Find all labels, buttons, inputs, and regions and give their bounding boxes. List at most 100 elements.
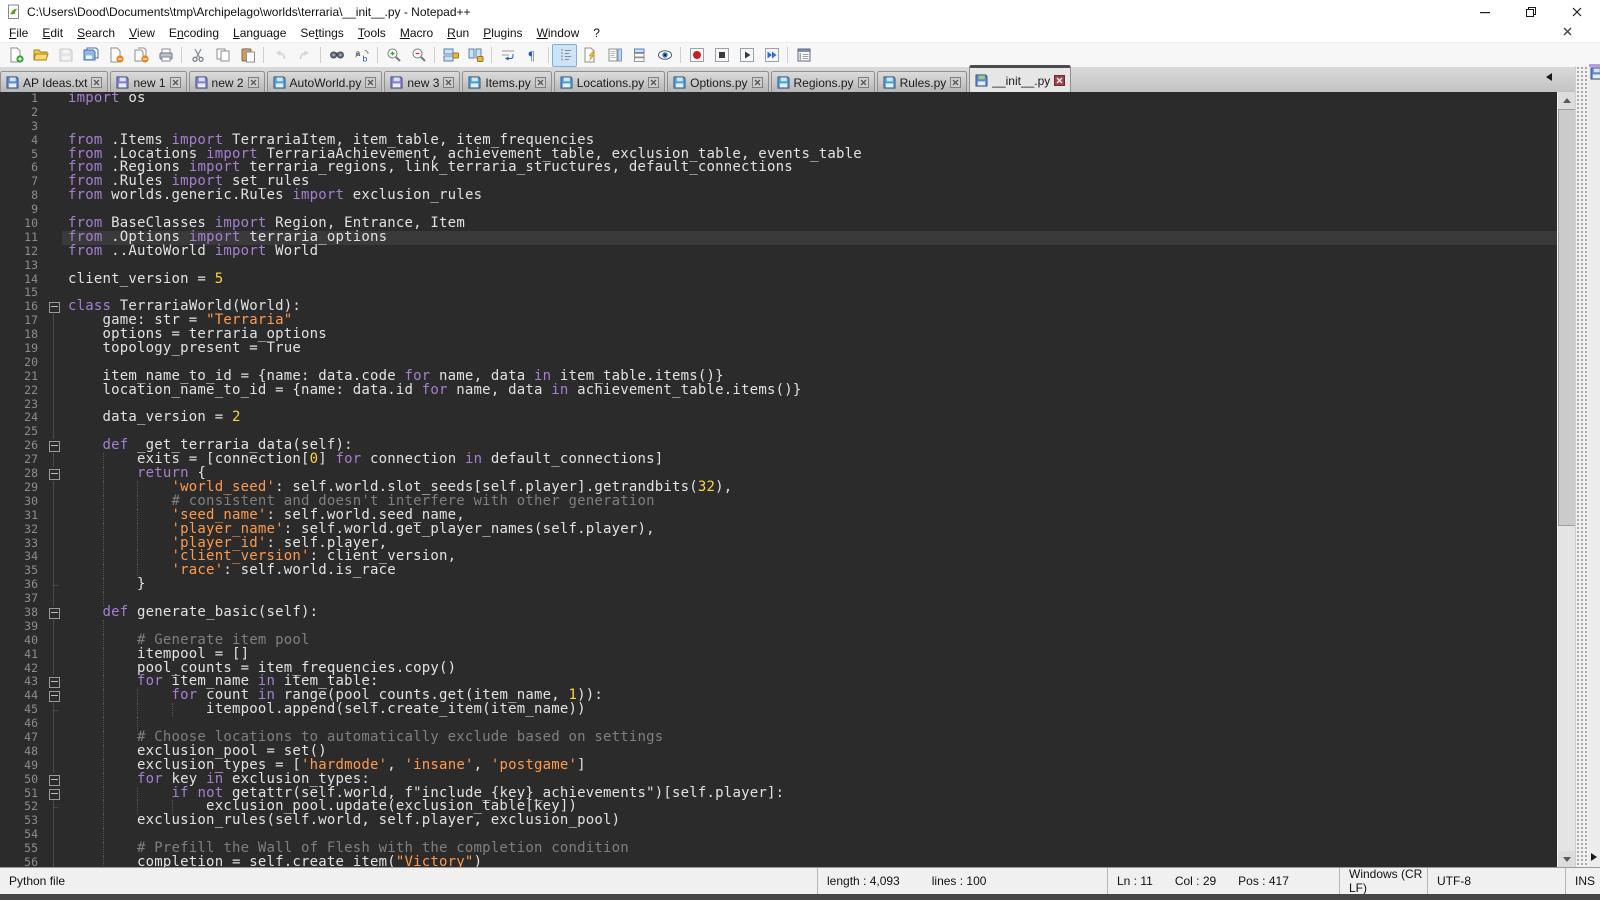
tab-close-icon[interactable] [91,77,102,88]
scroll-down-button[interactable] [1558,851,1576,868]
status-encoding[interactable]: UTF-8 [1427,868,1565,894]
tab-close-icon[interactable] [648,77,659,88]
zoom-in-button[interactable] [381,44,406,67]
close-file-icon [108,47,124,63]
file-monitoring-button[interactable] [652,44,677,67]
print-button[interactable] [153,44,178,67]
fold-collapse-marker[interactable] [46,439,62,453]
word-wrap-button[interactable] [495,44,520,67]
redo-button[interactable] [292,44,317,67]
new-file-button[interactable] [3,44,28,67]
paste-button[interactable] [235,44,260,67]
menu-search[interactable]: Search [70,25,122,41]
menu-tools[interactable]: Tools [351,25,393,41]
tab-items-py[interactable]: Items.py [462,71,551,93]
tab-new-1[interactable]: new 1 [110,71,186,93]
fold-collapse-marker[interactable] [46,675,62,689]
cut-button[interactable] [185,44,210,67]
fold-margin [46,384,62,398]
tab-new-2[interactable]: new 2 [189,71,265,93]
tab-close-icon[interactable] [248,77,259,88]
menu-file[interactable]: File [2,25,35,41]
close-file-button[interactable] [103,44,128,67]
fold-collapse-marker[interactable] [46,606,62,620]
scroll-up-button[interactable] [1558,92,1576,109]
macro-play-button[interactable] [734,44,759,67]
panel-splitter-grip[interactable] [1575,66,1589,868]
menu-view[interactable]: View [122,25,162,41]
open-file-button[interactable] [28,44,53,67]
save-all-button[interactable] [78,44,103,67]
find-button[interactable] [324,44,349,67]
line-number: 43 [0,675,46,689]
splitter-arrow-right-icon[interactable] [1591,853,1597,861]
document-list-button[interactable] [627,44,652,67]
undo-button[interactable] [267,44,292,67]
tab-close-icon[interactable] [752,77,763,88]
copy-button[interactable] [210,44,235,67]
replace-button[interactable]: ab [349,44,374,67]
tab-close-icon[interactable] [535,77,546,88]
document-switcher-button[interactable] [791,44,816,67]
tab-close-icon[interactable] [1054,75,1065,86]
macro-stop-button[interactable] [709,44,734,67]
document-map-button[interactable] [602,44,627,67]
function-list-button[interactable] [577,44,602,67]
fold-collapse-marker[interactable] [46,300,62,314]
restore-button[interactable] [1508,0,1554,24]
menu-edit[interactable]: Edit [35,25,70,41]
vertical-scrollbar[interactable] [1557,92,1576,868]
tab-regions-py[interactable]: Regions.py [771,71,875,93]
save-button[interactable] [53,44,78,67]
menu-language[interactable]: Language [226,25,293,41]
floppy-disk-icon [673,76,686,89]
tab-scroll-left-icon[interactable] [1546,73,1552,81]
menu-run[interactable]: Run [440,25,476,41]
code-editor[interactable]: 1import os234from .Items import Terraria… [0,92,1558,868]
close-all-button[interactable] [128,44,153,67]
menu-close-document-icon[interactable] [1561,25,1574,41]
fold-margin [46,759,62,773]
fold-collapse-marker[interactable] [46,689,62,703]
menu-plugins[interactable]: Plugins [476,25,529,41]
tab-close-icon[interactable] [950,77,961,88]
macro-record-button[interactable] [684,44,709,67]
menu-window[interactable]: Window [530,25,587,41]
line-number: 16 [0,300,46,314]
scrollbar-thumb[interactable] [1558,109,1576,526]
macro-run-multiple-button[interactable] [759,44,784,67]
tab-init-py[interactable]: __init__.py [969,65,1071,93]
tab-ap-ideas-txt[interactable]: AP Ideas.txt [0,71,108,93]
close-window-button[interactable] [1554,0,1600,24]
tab-autoworld-py[interactable]: AutoWorld.py [267,71,383,93]
menu-macro[interactable]: Macro [393,25,440,41]
docked-panel-edge[interactable] [1589,64,1600,871]
zoom-out-button[interactable] [406,44,431,67]
sync-scroll-vertical-button[interactable] [438,44,463,67]
tab-close-icon[interactable] [170,77,181,88]
menu-encoding[interactable]: Encoding [162,25,226,41]
sync-scroll-horizontal-button[interactable] [463,44,488,67]
menu-help[interactable]: ? [586,25,607,41]
fold-margin [46,648,62,662]
tab-options-py[interactable]: Options.py [667,71,768,93]
status-eol-format[interactable]: Windows (CR LF) [1339,868,1427,894]
tab-close-icon[interactable] [858,77,869,88]
status-length-lines: length : 4,093 lines : 100 [817,868,1107,894]
fold-collapse-marker[interactable] [46,467,62,481]
fold-collapse-marker[interactable] [46,773,62,787]
tab-new-3[interactable]: new 3 [384,71,460,93]
status-insert-mode[interactable]: INS [1565,868,1600,894]
line-number: 18 [0,328,46,342]
tab-close-icon[interactable] [443,77,454,88]
minimize-button[interactable] [1462,0,1508,24]
tab-rules-py[interactable]: Rules.py [877,71,968,93]
indent-guide-button[interactable] [552,44,577,67]
menu-settings[interactable]: Settings [293,25,350,41]
tab-close-icon[interactable] [365,77,376,88]
show-all-characters-button[interactable]: ¶ [520,44,545,67]
tab-locations-py[interactable]: Locations.py [554,71,665,93]
fold-collapse-marker[interactable] [46,787,62,801]
floppy-disk-icon [975,74,988,87]
toolbar-separator [680,47,681,63]
